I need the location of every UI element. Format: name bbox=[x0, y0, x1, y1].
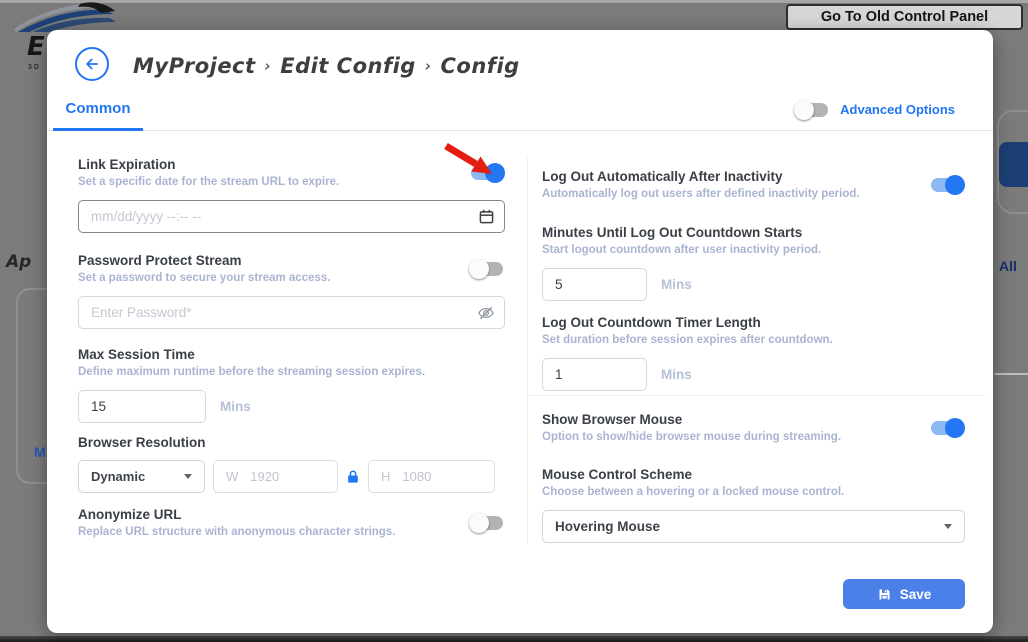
screen: E 3D Go To Old Control Panel Ap M All My… bbox=[0, 0, 1028, 642]
browser-resolution-label: Browser Resolution bbox=[78, 434, 505, 451]
field-link-expiration: Link Expiration Set a specific date for … bbox=[78, 156, 505, 233]
toggle-knob bbox=[485, 163, 505, 183]
resolution-height-input[interactable]: H 1080 bbox=[368, 460, 495, 493]
field-max-session: Max Session Time Define maximum runtime … bbox=[78, 346, 505, 423]
minutes-until-desc: Start logout countdown after user inacti… bbox=[542, 243, 965, 258]
countdown-length-label: Log Out Countdown Timer Length bbox=[542, 314, 965, 331]
advanced-options-label: Advanced Options bbox=[840, 102, 955, 117]
back-button[interactable] bbox=[75, 47, 109, 81]
anonymize-url-label: Anonymize URL bbox=[78, 506, 395, 523]
height-value: 1080 bbox=[402, 469, 431, 484]
show-mouse-toggle[interactable] bbox=[929, 418, 965, 438]
toggle-knob bbox=[945, 175, 965, 195]
breadcrumb-separator: › bbox=[425, 57, 432, 75]
show-mouse-label: Show Browser Mouse bbox=[542, 411, 841, 428]
minutes-until-input[interactable] bbox=[542, 268, 647, 301]
field-mouse-scheme: Mouse Control Scheme Choose between a ho… bbox=[542, 466, 965, 543]
chevron-down-icon bbox=[944, 524, 952, 529]
logout-auto-toggle[interactable] bbox=[929, 175, 965, 195]
advanced-options-toggle[interactable] bbox=[794, 100, 830, 120]
logout-auto-label: Log Out Automatically After Inactivity bbox=[542, 168, 860, 185]
resolution-width-input[interactable]: W 1920 bbox=[213, 460, 338, 493]
show-mouse-desc: Option to show/hide browser mouse during… bbox=[542, 430, 841, 445]
back-arrow-icon bbox=[83, 55, 101, 73]
mouse-scheme-select[interactable]: Hovering Mouse bbox=[542, 510, 965, 543]
background-heading-partial: Ap bbox=[6, 252, 31, 272]
countdown-length-input[interactable] bbox=[542, 358, 647, 391]
column-divider bbox=[527, 158, 528, 544]
field-logout-auto: Log Out Automatically After Inactivity A… bbox=[542, 168, 965, 202]
mouse-scheme-desc: Choose between a hovering or a locked mo… bbox=[542, 485, 965, 500]
background-divider bbox=[995, 373, 1028, 375]
breadcrumb-config: Config bbox=[441, 54, 520, 78]
toggle-knob bbox=[469, 513, 489, 533]
breadcrumb-edit-config[interactable]: Edit Config bbox=[280, 54, 416, 78]
tab-common[interactable]: Common bbox=[53, 88, 143, 131]
chevron-down-icon bbox=[184, 474, 192, 479]
countdown-length-unit: Mins bbox=[661, 367, 692, 382]
section-divider bbox=[527, 395, 985, 396]
anonymize-url-toggle[interactable] bbox=[469, 513, 505, 533]
bottom-edge-bar bbox=[0, 636, 1028, 642]
anonymize-url-desc: Replace URL structure with anonymous cha… bbox=[78, 525, 395, 540]
logo-subtext: 3D bbox=[28, 64, 41, 71]
toggle-knob bbox=[945, 418, 965, 438]
mouse-scheme-label: Mouse Control Scheme bbox=[542, 466, 965, 483]
logout-auto-desc: Automatically log out users after define… bbox=[542, 187, 860, 202]
link-expiration-label: Link Expiration bbox=[78, 156, 339, 173]
max-session-input[interactable] bbox=[78, 390, 206, 423]
lock-icon bbox=[346, 469, 360, 484]
breadcrumb-project[interactable]: MyProject bbox=[133, 54, 256, 78]
resolution-mode-select[interactable]: Dynamic bbox=[78, 460, 205, 493]
logo-text: E bbox=[27, 32, 46, 62]
password-protect-desc: Set a password to secure your stream acc… bbox=[78, 271, 330, 286]
field-minutes-until: Minutes Until Log Out Countdown Starts S… bbox=[542, 224, 965, 301]
link-expiration-date-input[interactable] bbox=[78, 200, 505, 233]
breadcrumb: MyProject › Edit Config › Config bbox=[133, 51, 520, 81]
calendar-icon[interactable] bbox=[479, 209, 494, 229]
field-browser-resolution: Browser Resolution Dynamic W 1920 H 1080 bbox=[78, 434, 505, 493]
password-protect-toggle[interactable] bbox=[469, 259, 505, 279]
width-prefix: W bbox=[226, 469, 238, 484]
edit-config-dialog: MyProject › Edit Config › Config Common … bbox=[47, 30, 993, 633]
save-icon bbox=[877, 587, 892, 602]
resolution-mode-value: Dynamic bbox=[91, 469, 145, 484]
link-expiration-desc: Set a specific date for the stream URL t… bbox=[78, 175, 339, 190]
save-label: Save bbox=[900, 587, 932, 602]
password-protect-label: Password Protect Stream bbox=[78, 252, 330, 269]
toggle-knob bbox=[469, 259, 489, 279]
breadcrumb-separator: › bbox=[265, 57, 272, 75]
link-expiration-toggle[interactable] bbox=[469, 163, 505, 183]
max-session-label: Max Session Time bbox=[78, 346, 505, 363]
field-anonymize-url: Anonymize URL Replace URL structure with… bbox=[78, 506, 505, 540]
height-prefix: H bbox=[381, 469, 390, 484]
background-button-partial bbox=[999, 142, 1028, 187]
go-to-old-control-panel-button[interactable]: Go To Old Control Panel bbox=[786, 4, 1023, 30]
field-countdown-length: Log Out Countdown Timer Length Set durat… bbox=[542, 314, 965, 391]
minutes-until-unit: Mins bbox=[661, 277, 692, 292]
background-view-all-link: All bbox=[999, 258, 1017, 274]
password-input[interactable] bbox=[78, 296, 505, 329]
advanced-options-group: Advanced Options bbox=[794, 88, 955, 131]
background-link-partial: M bbox=[34, 444, 46, 460]
top-edge-line bbox=[0, 0, 1028, 3]
save-button[interactable]: Save bbox=[843, 579, 965, 609]
toggle-knob bbox=[794, 100, 814, 120]
max-session-desc: Define maximum runtime before the stream… bbox=[78, 365, 505, 380]
eye-off-icon[interactable] bbox=[477, 304, 495, 327]
field-show-mouse: Show Browser Mouse Option to show/hide b… bbox=[542, 411, 965, 445]
tab-bar: Common Advanced Options bbox=[47, 88, 993, 131]
countdown-length-desc: Set duration before session expires afte… bbox=[542, 333, 965, 348]
width-value: 1920 bbox=[250, 469, 279, 484]
minutes-until-label: Minutes Until Log Out Countdown Starts bbox=[542, 224, 965, 241]
logo-eagle-icon bbox=[14, 2, 118, 32]
mouse-scheme-value: Hovering Mouse bbox=[555, 519, 660, 534]
max-session-unit: Mins bbox=[220, 399, 251, 414]
field-password-protect: Password Protect Stream Set a password t… bbox=[78, 252, 505, 329]
